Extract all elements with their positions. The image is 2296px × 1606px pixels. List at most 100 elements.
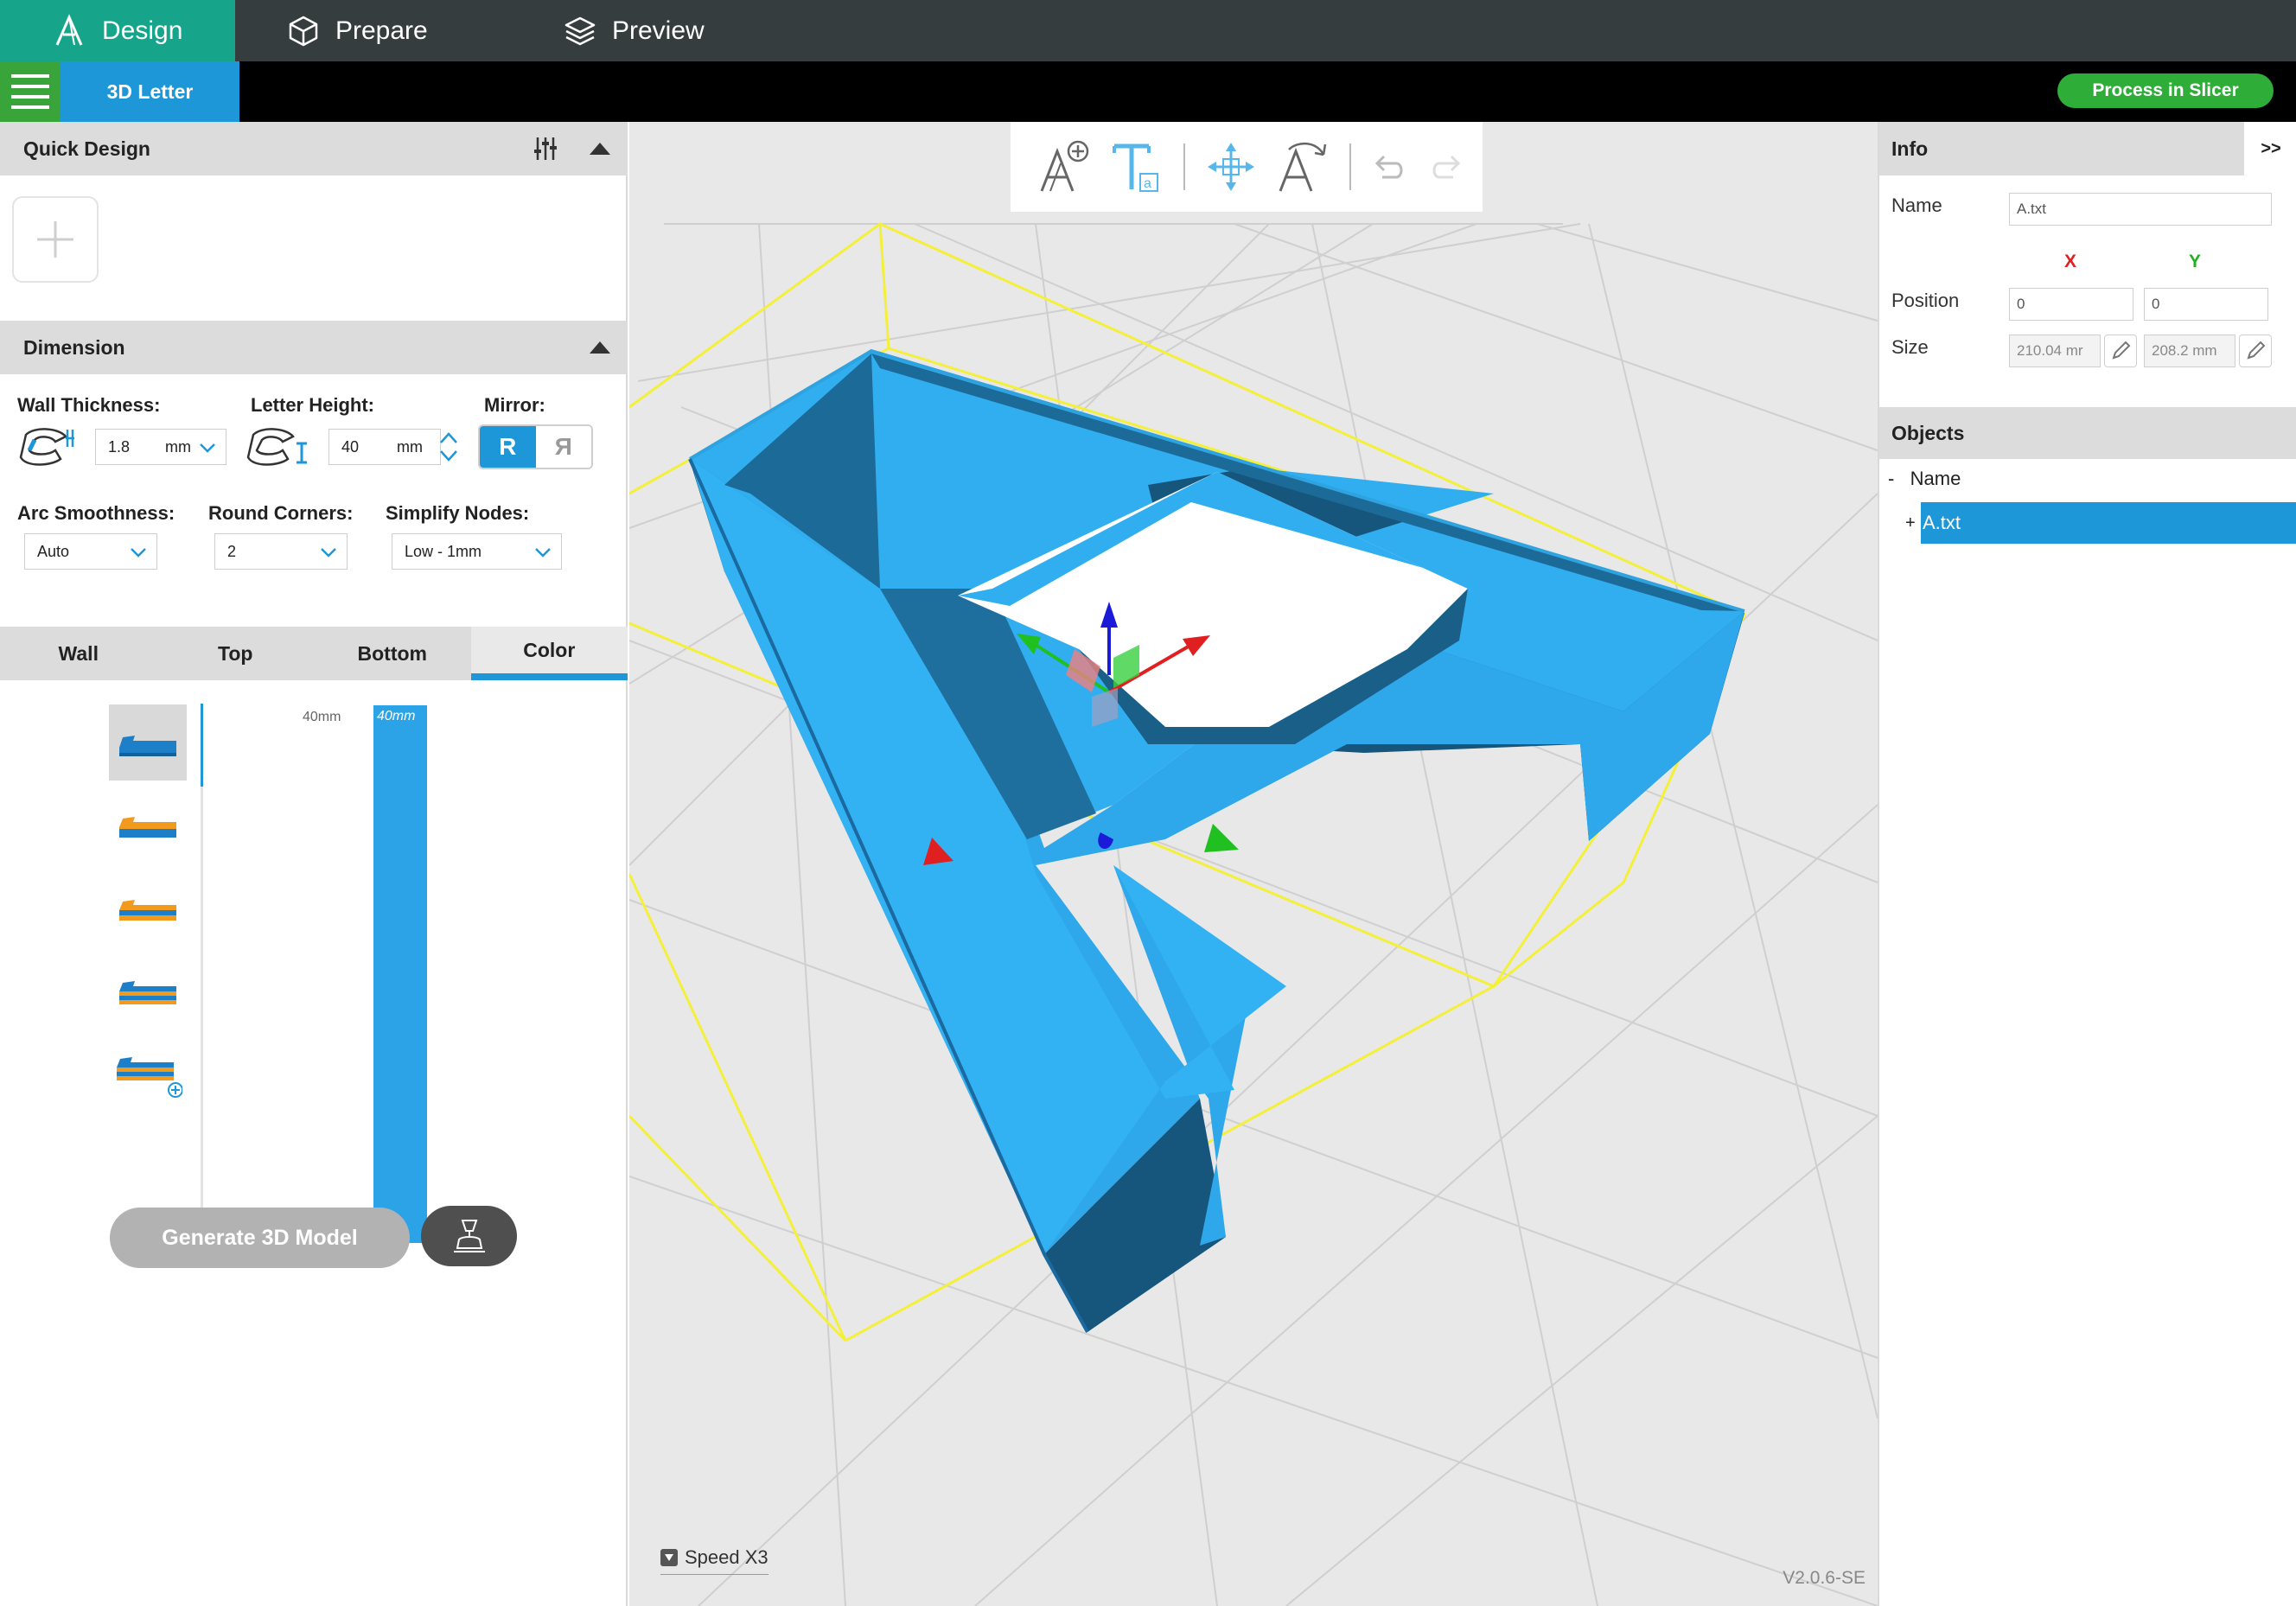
generate-3d-model-button[interactable]: Generate 3D Model	[110, 1208, 410, 1268]
tab-preview-label: Preview	[612, 16, 705, 45]
printer-icon	[453, 1220, 485, 1252]
tab-top[interactable]: Top	[157, 627, 315, 680]
expand-panel-button[interactable]: >>	[2244, 122, 2296, 175]
print-button[interactable]	[421, 1206, 517, 1266]
quick-design-header[interactable]: Quick Design	[0, 122, 628, 175]
wall-thickness-value: 1.8	[108, 437, 131, 456]
position-y-value: 0	[2152, 296, 2160, 312]
hamburger-line	[11, 95, 49, 99]
tab-bottom[interactable]: Bottom	[314, 627, 471, 680]
speed-label: Speed X3	[685, 1546, 769, 1568]
swatch-active-indicator	[201, 704, 203, 787]
hamburger-menu-button[interactable]	[0, 61, 61, 122]
tab-prepare[interactable]: Prepare	[235, 0, 512, 61]
top-nav: Design Prepare Preview	[0, 0, 2296, 61]
objects-title: Objects	[1891, 421, 1965, 444]
text-style-icon[interactable]: a	[1111, 139, 1164, 194]
simplify-nodes-value: Low - 1mm	[405, 542, 482, 560]
tab-color[interactable]: Color	[470, 627, 628, 680]
hamburger-line	[11, 105, 49, 109]
round-corners-label: Round Corners:	[208, 502, 354, 524]
design-icon	[55, 13, 83, 46]
position-y-field[interactable]: 0	[2144, 288, 2268, 321]
plus-icon	[37, 221, 73, 258]
collapse-arrow-icon[interactable]	[590, 341, 610, 354]
tree-expand-toggle[interactable]: +	[1905, 513, 1921, 533]
position-x-value: 0	[2017, 296, 2025, 312]
color-swatch-single[interactable]	[109, 704, 187, 781]
color-swatch-custom[interactable]	[109, 1036, 187, 1112]
chevron-down-icon	[535, 548, 551, 558]
chevron-down-icon[interactable]	[198, 438, 217, 457]
3d-scene[interactable]	[629, 122, 1878, 1606]
3d-viewport[interactable]: a Speed X3 V2.0.6-SE	[629, 122, 1878, 1606]
color-swatch-two-tone[interactable]	[109, 787, 187, 864]
add-quick-design-button[interactable]	[12, 196, 99, 283]
round-corners-select[interactable]: 2	[214, 533, 348, 570]
object-item-label[interactable]: A.txt	[1921, 502, 2296, 544]
undo-icon[interactable]	[1370, 148, 1408, 186]
stepper-arrows-icon[interactable]	[437, 429, 460, 465]
tab-3d-letter[interactable]: 3D Letter	[61, 61, 239, 122]
tree-collapse-toggle[interactable]: -	[1888, 468, 1894, 489]
color-swatch-three-tone[interactable]	[109, 870, 187, 946]
mirror-normal-button[interactable]: R	[480, 426, 536, 468]
mirror-flipped-button[interactable]: Я	[535, 426, 591, 468]
swatch-two-tone-icon	[119, 817, 176, 838]
process-in-slicer-button[interactable]: Process in Slicer	[2057, 73, 2274, 108]
mirror-toggle[interactable]: R Я	[478, 424, 593, 469]
arc-smoothness-label: Arc Smoothness:	[17, 502, 175, 524]
gizmo-y-rotate[interactable]	[1204, 824, 1239, 852]
hamburger-line	[11, 85, 49, 88]
dimension-header[interactable]: Dimension	[0, 321, 628, 374]
dimension-title: Dimension	[23, 335, 125, 359]
height-marker-label: 40mm	[303, 710, 341, 724]
settings-tabs: Wall Top Bottom Color	[0, 627, 628, 680]
version-label: V2.0.6-SE	[1783, 1568, 1866, 1588]
wall-thickness-field[interactable]: 1.8 mm	[95, 429, 226, 465]
wall-thickness-label: Wall Thickness:	[17, 394, 161, 416]
sub-toolbar: 3D Letter Process in Slicer	[0, 61, 2296, 122]
pencil-icon	[2112, 341, 2131, 360]
add-text-icon[interactable]	[1038, 139, 1092, 194]
letter-height-icon	[246, 428, 307, 466]
swatch-three-tone-icon	[119, 900, 176, 921]
name-value: A.txt	[2017, 201, 2047, 217]
left-panel: Quick Design Dimension Wall Thickness: 1…	[0, 122, 628, 1606]
position-label: Position	[1891, 290, 1960, 311]
edit-size-y-button[interactable]	[2239, 335, 2272, 367]
color-layer-bar[interactable]: 40mm	[373, 705, 427, 1243]
rotate-text-icon[interactable]	[1277, 139, 1330, 194]
tab-design[interactable]: Design	[0, 0, 235, 61]
position-x-field[interactable]: 0	[2009, 288, 2133, 321]
chevron-down-icon	[321, 548, 336, 558]
arc-smoothness-value: Auto	[37, 542, 70, 560]
color-swatch-four-tone[interactable]	[109, 953, 187, 1029]
arc-smoothness-select[interactable]: Auto	[24, 533, 157, 570]
simplify-nodes-label: Simplify Nodes:	[386, 502, 530, 524]
chevron-down-icon	[131, 548, 146, 558]
tree-header-label: Name	[1910, 468, 1961, 489]
hamburger-line	[11, 74, 49, 78]
size-y-field: 208.2 mm	[2144, 335, 2235, 367]
size-x-field: 210.04 mr	[2009, 335, 2101, 367]
redo-icon[interactable]	[1427, 148, 1465, 186]
speed-control[interactable]: Speed X3	[660, 1546, 769, 1575]
simplify-nodes-select[interactable]: Low - 1mm	[392, 533, 562, 570]
name-field[interactable]: A.txt	[2009, 193, 2272, 226]
letter-height-field[interactable]: 40 mm	[328, 429, 441, 465]
size-x-value: 210.04 mr	[2017, 342, 2083, 359]
edit-size-x-button[interactable]	[2104, 335, 2137, 367]
pencil-icon	[2247, 341, 2266, 360]
speed-dropdown-icon	[660, 1549, 678, 1566]
right-panel: Info >> Name A.txt X Y Position 0 0 Size…	[1878, 122, 2296, 1606]
tab-preview[interactable]: Preview	[512, 0, 788, 61]
swatch-scroll-indicator	[201, 704, 203, 1244]
tab-wall[interactable]: Wall	[0, 627, 157, 680]
move-icon[interactable]	[1204, 139, 1258, 194]
info-title: Info	[1891, 137, 1929, 160]
sliders-icon[interactable]	[533, 136, 558, 162]
objects-tree-header[interactable]: - Name	[1888, 468, 1961, 490]
collapse-arrow-icon[interactable]	[590, 143, 610, 155]
object-list-item[interactable]: + A.txt	[1905, 502, 2296, 544]
